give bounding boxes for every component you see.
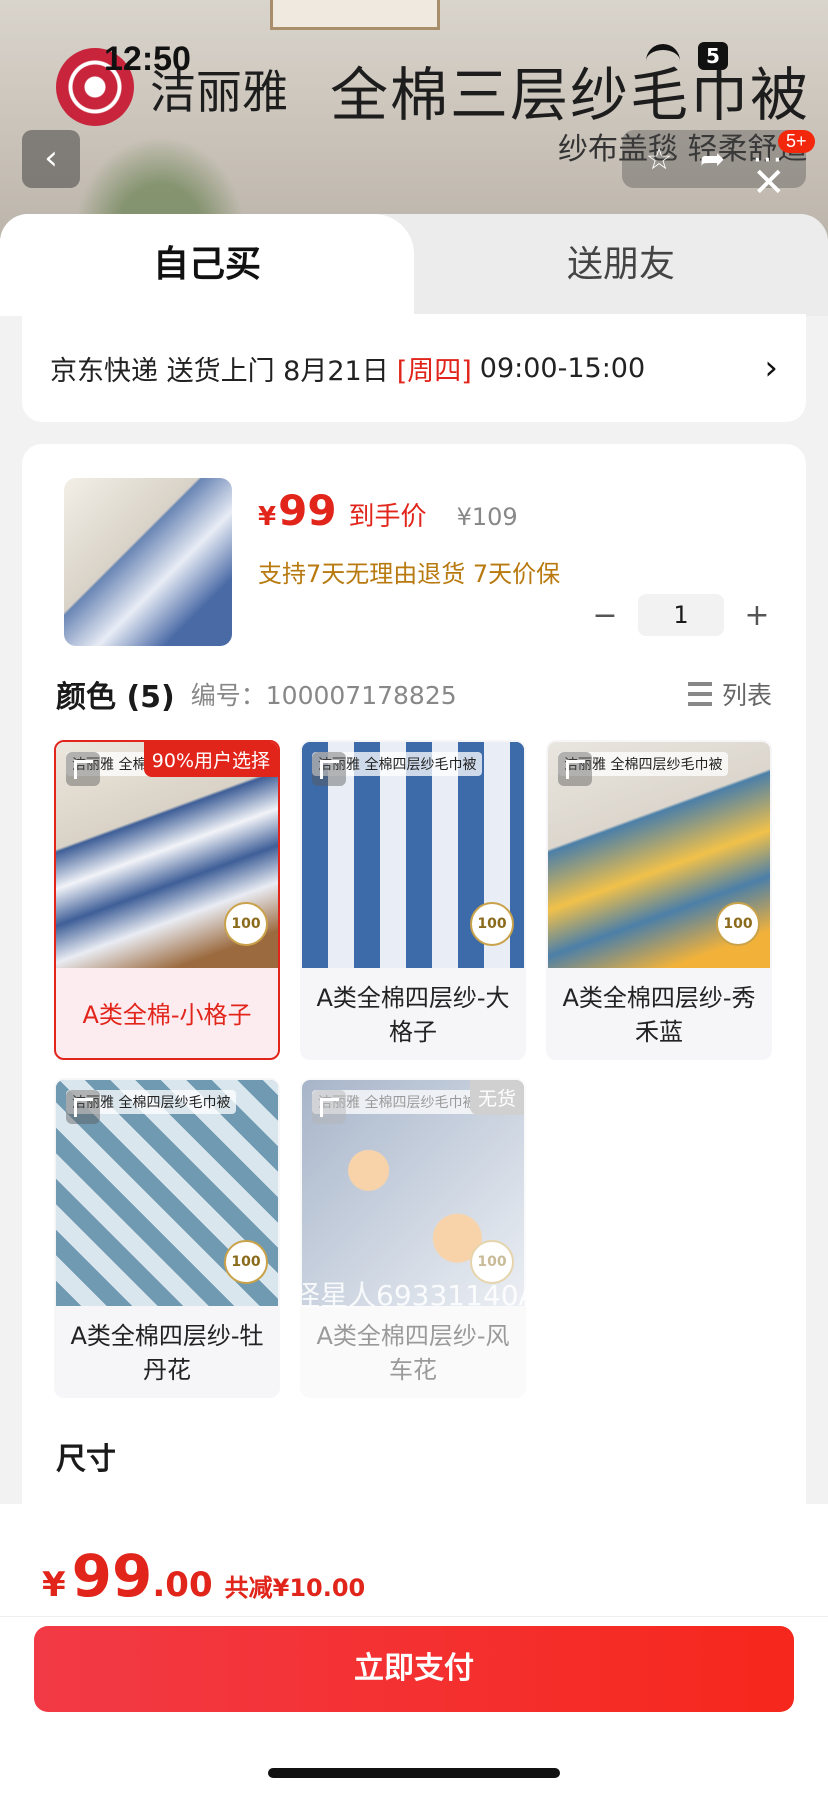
total-integer: 99 [71, 1542, 153, 1610]
back-button[interactable]: ‹ [22, 130, 80, 188]
expand-icon[interactable] [558, 752, 592, 786]
option-label: A类全棉四层纱-风车花 [316, 1322, 510, 1384]
sku-code-value: 100007178825 [265, 681, 457, 710]
out-of-stock-badge: 无货 [469, 1080, 524, 1115]
chevron-left-icon: ‹ [44, 138, 58, 178]
color-option[interactable]: 洁丽雅 全棉四层纱毛巾被 100 A类全棉四层纱-大格子 [300, 740, 526, 1060]
tab-send-friend[interactable]: 送朋友 [414, 214, 828, 316]
star-icon[interactable]: ☆ [646, 142, 673, 177]
color-options: 洁丽雅 全棉三层纱毛巾被 100 90%用户选择 A类全棉-小格子 洁丽雅 全棉… [54, 740, 794, 1398]
delivery-row[interactable]: 京东快递 送货上门 8月21日 [周四] 09:00-15:00 › [22, 314, 806, 422]
expand-icon[interactable] [66, 752, 100, 786]
price-label: 到手价 [348, 502, 427, 532]
price-row: ¥ 99 到手价 ¥109 [258, 486, 518, 535]
quantity-stepper: − 1 + [590, 594, 772, 636]
sku-code: 编号：100007178825 [191, 676, 457, 712]
list-view-toggle[interactable]: 列表 [687, 676, 772, 712]
message-badge: 5+ [778, 130, 815, 153]
list-label: 列表 [721, 681, 772, 710]
delivery-weekday: [周四] [396, 355, 472, 387]
price-currency: ¥ [258, 502, 277, 532]
delivery-window: 09:00-15:00 [479, 352, 646, 384]
total-saving: 共减¥10.00 [224, 1574, 366, 1602]
cert-badge-icon: 100 [470, 1240, 514, 1284]
option-label: A类全棉-小格子 [82, 1001, 252, 1029]
option-label: A类全棉四层纱-大格子 [316, 984, 510, 1046]
expand-icon[interactable] [312, 752, 346, 786]
chevron-right-icon: › [764, 348, 778, 388]
product-thumbnail[interactable] [64, 478, 232, 646]
divider [0, 1616, 828, 1617]
tab-buy-self[interactable]: 自己买 [0, 214, 414, 316]
share-icon[interactable]: ➦ [700, 142, 725, 177]
battery-icon: 5 [698, 42, 728, 70]
list-icon [687, 682, 712, 706]
popular-badge: 90%用户选择 [143, 742, 278, 777]
increase-button[interactable]: + [742, 598, 772, 633]
sku-card: ¥ 99 到手价 ¥109 支持7天无理由退货 7天价保 − 1 + 颜色 (5… [22, 444, 806, 1524]
home-indicator [268, 1768, 560, 1778]
color-option[interactable]: 洁丽雅 全棉四层纱毛巾被 100 A类全棉四层纱-秀禾蓝 [546, 740, 772, 1060]
total-price: ¥ 99 .00 共减¥10.00 [42, 1542, 365, 1610]
decrease-button[interactable]: − [590, 598, 620, 633]
wifi-icon [646, 44, 680, 68]
cert-badge-icon: 100 [470, 902, 514, 946]
original-price: ¥109 [456, 503, 518, 531]
cert-badge-icon: 100 [224, 1240, 268, 1284]
expand-icon[interactable] [66, 1090, 100, 1124]
size-title: 尺寸 [56, 1442, 116, 1477]
checkout-bar: ¥ 99 .00 共减¥10.00 立即支付 [0, 1504, 828, 1796]
color-header: 颜色 (5) 编号：100007178825 列表 [56, 672, 772, 716]
option-label: A类全棉四层纱-秀禾蓝 [562, 984, 756, 1046]
color-option[interactable]: 洁丽雅 全棉四层纱毛巾被 100 无货 A类全棉四层纱-风车花 [300, 1078, 526, 1398]
sku-code-label: 编号： [190, 681, 266, 710]
option-image: 洁丽雅 全棉四层纱毛巾被 100 [548, 742, 770, 968]
option-image: 洁丽雅 全棉四层纱毛巾被 100 [302, 742, 524, 968]
color-title: 颜色 (5) [56, 680, 175, 715]
total-currency: ¥ [42, 1565, 66, 1605]
background-title: 全棉三层纱毛巾被 [330, 61, 811, 129]
color-option[interactable]: 洁丽雅 全棉四层纱毛巾被 100 A类全棉四层纱-牡丹花 [54, 1078, 280, 1398]
option-label: A类全棉四层纱-牡丹花 [70, 1322, 264, 1384]
service-promise: 支持7天无理由退货 7天价保 [258, 560, 561, 588]
option-image: 洁丽雅 全棉四层纱毛巾被 100 [56, 1080, 278, 1306]
delivery-prefix: 京东快递 送货上门 8月21日 [50, 355, 389, 387]
pay-now-button[interactable]: 立即支付 [34, 1626, 794, 1712]
close-icon[interactable]: ✕ [752, 160, 786, 206]
cert-badge-icon: 100 [716, 902, 760, 946]
quantity-field[interactable]: 1 [638, 594, 724, 636]
purchase-tabs: 自己买 送朋友 [0, 214, 828, 316]
price-value: 99 [278, 486, 337, 535]
total-decimal: .00 [152, 1565, 213, 1605]
status-icons: 5 [646, 42, 728, 70]
wall-frame [270, 0, 440, 30]
status-time: 12:50 [104, 40, 191, 78]
cert-badge-icon: 100 [224, 902, 268, 946]
color-option[interactable]: 洁丽雅 全棉三层纱毛巾被 100 90%用户选择 A类全棉-小格子 [54, 740, 280, 1060]
expand-icon[interactable] [312, 1090, 346, 1124]
